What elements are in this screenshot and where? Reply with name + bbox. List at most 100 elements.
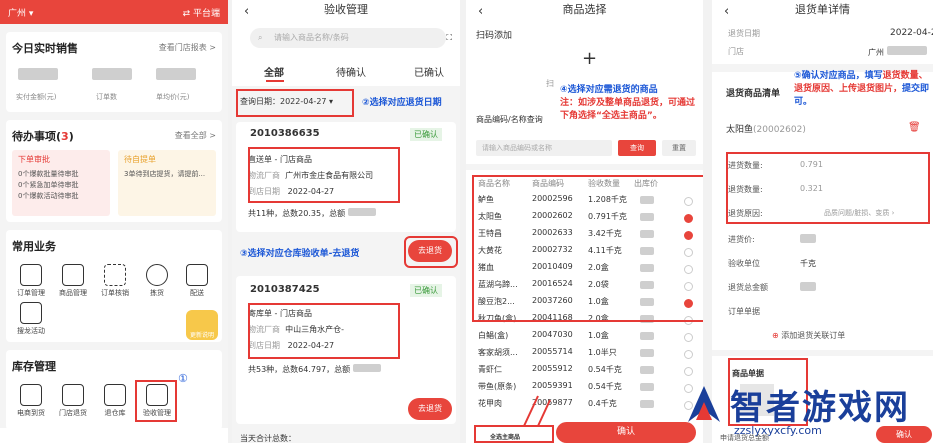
sales-title: 今日实时销售: [12, 42, 78, 55]
order-number: 2010386635: [250, 128, 320, 139]
back-icon[interactable]: ‹: [244, 2, 249, 22]
product-manage-icon[interactable]: [62, 264, 84, 286]
store-report-link[interactable]: 查看门店报表 >: [159, 42, 216, 53]
icon-label: 退仓库: [104, 409, 126, 417]
home-header: 广州 ▾ ⇄ 平台端: [0, 0, 228, 24]
order-approval-title: 下单审批: [18, 155, 50, 164]
table-cell: 1.0盒: [588, 331, 609, 340]
upgrade-badge[interactable]: 更新说明: [186, 310, 218, 340]
location-selector[interactable]: 广州 ▾: [8, 6, 33, 19]
tab-confirmed[interactable]: 已确认: [414, 64, 444, 79]
table-cell: 0.54千克: [588, 382, 622, 391]
order-approval-box[interactable]: 下单审批 0个爆款批量待审批 0个紧急加单待审批 0个爆款活动待审批: [12, 150, 110, 216]
reset-button[interactable]: 重置: [662, 140, 696, 156]
table-cell: 白鲳(盒): [478, 331, 509, 340]
return-button[interactable]: 去退货: [408, 398, 452, 420]
price-blur: [640, 383, 654, 391]
annotation: ⑤确认对应商品，填写退货数量、退货原因、上传退货图片，提交即可。: [794, 71, 930, 107]
scan-verify-icon[interactable]: [104, 264, 126, 286]
back-icon[interactable]: ‹: [724, 2, 729, 22]
confirm-button[interactable]: 确认: [556, 422, 696, 443]
bottom-nav[interactable]: [0, 428, 228, 443]
product-search-input[interactable]: 请输入商品编码或名称: [476, 140, 612, 156]
row-checkbox[interactable]: [684, 350, 693, 359]
table-cell: 花甲肉: [478, 399, 502, 408]
field-label: 门店: [728, 47, 744, 56]
table-cell: 青虾仁: [478, 365, 502, 374]
location-text: 广州: [8, 9, 27, 19]
field-label: 进货价:: [728, 235, 755, 244]
ecommerce-arrival-icon[interactable]: [20, 384, 42, 406]
icon-label: 拣货: [150, 289, 164, 297]
divider: [466, 164, 703, 170]
order-manage-icon[interactable]: [20, 264, 42, 286]
annotation: ③选择对应仓库验收单-去退货: [240, 249, 360, 259]
tab-all[interactable]: 全部: [264, 64, 284, 79]
pointer-arrows-icon: [523, 395, 551, 427]
delete-icon[interactable]: 🗑: [908, 122, 921, 133]
field-label: 验收单位: [728, 259, 760, 268]
table-cell: 20059391: [532, 381, 573, 390]
field-label: 退货日期: [728, 29, 760, 38]
table-row[interactable]: 青虾仁 20055912 0.54千克: [474, 364, 694, 378]
search-label: 商品编码/名称查询: [476, 115, 543, 124]
product-select-panel: ‹ 商品选择 扫码添加 + 扫 ④选择对应需退货的商品 注：如涉及整单商品退货，可…: [466, 0, 703, 443]
activity-icon[interactable]: [20, 302, 42, 324]
warehouse-return-icon[interactable]: [104, 384, 126, 406]
todo-line: 0个爆款活动待审批: [18, 192, 79, 200]
highlight-box: [135, 380, 177, 422]
table-row[interactable]: 花甲肉 20059877 0.4千克: [474, 398, 694, 412]
common-business-card: 常用业务 订单管理 商品管理 订单核销 拣货 配送 搜龙活动 更新说明: [6, 230, 222, 342]
price-blur: [640, 349, 654, 357]
stat-value-blur: [156, 68, 196, 80]
field-label: 退货总金额: [728, 283, 768, 292]
todo-card: 待办事项(3) 查看全部 > 下单审批 0个爆款批量待审批 0个紧急加单待审批 …: [6, 120, 222, 222]
back-icon[interactable]: ‹: [478, 2, 483, 22]
icon-label: 订单管理: [17, 289, 45, 297]
todo-title: 待办事项(3): [12, 130, 74, 143]
pickup-title: 待自提单: [124, 155, 156, 164]
return-date: 2022-04-27: [890, 28, 933, 38]
price-blur: [640, 332, 654, 340]
table-cell: 1.0半只: [588, 348, 617, 357]
home-panel: 广州 ▾ ⇄ 平台端 今日实时销售 查看门店报表 > 实付金额(元) 订单数 单…: [0, 0, 228, 443]
table-cell: 20047030: [532, 330, 573, 339]
scan-icon[interactable]: ⛶: [446, 28, 452, 48]
table-row[interactable]: 白鲳(盒) 20047030 1.0盒: [474, 330, 694, 344]
table-cell: 0.4千克: [588, 399, 617, 408]
highlight-box: [472, 175, 703, 322]
stock-card: 库存管理 ① 电商到货 门店退货 退仓库 验收管理: [6, 350, 222, 430]
tab-pending[interactable]: 待确认: [336, 64, 366, 79]
stat-value-blur: [92, 68, 132, 80]
todo-line: 0个紧急加单待审批: [18, 181, 79, 189]
query-button[interactable]: 查询: [618, 140, 656, 156]
return-detail-panel: ‹ 退货单详情 退货日期 2022-04-27 门店 广州 退货商品清单 ⑤确认对应…: [712, 0, 933, 443]
order-summary: 共11种，总数20.35，总额: [248, 206, 376, 221]
search-input[interactable]: ⌕ 请输入商品名称/条码 ⛶: [250, 28, 452, 48]
add-scan-icon[interactable]: +: [582, 48, 597, 69]
stat-label: 单均价(元): [156, 93, 190, 101]
order-summary: 共53种，总数64.797，总额: [248, 362, 381, 377]
row-checkbox[interactable]: [684, 367, 693, 376]
stat-label: 实付金额(元): [16, 93, 57, 101]
tab-indicator: [266, 80, 284, 82]
amount-value: [800, 282, 816, 293]
add-order-link[interactable]: ⊕ 添加退货关联订单: [772, 330, 845, 341]
price-blur: [640, 400, 654, 408]
picking-icon[interactable]: [146, 264, 168, 286]
page-title: 退货单详情: [795, 3, 850, 16]
pickup-box[interactable]: 待自提单 3单待到店提货，请提前...: [118, 150, 216, 216]
annotation: ②选择对应退货日期: [362, 98, 442, 108]
bottom-total: 当天合计总数：: [240, 434, 296, 443]
page-title: 验收管理: [324, 3, 368, 16]
scan-hint: 扫: [546, 79, 554, 88]
table-row[interactable]: 带鱼(原条) 20059391 0.54千克: [474, 381, 694, 395]
highlight-box: [726, 152, 930, 224]
table-row[interactable]: 客家胡须... 20055714 1.0半只: [474, 347, 694, 361]
store-return-icon[interactable]: [62, 384, 84, 406]
common-title: 常用业务: [12, 240, 56, 253]
platform-switch[interactable]: ⇄ 平台端: [183, 6, 220, 19]
row-checkbox[interactable]: [684, 333, 693, 342]
view-all-link[interactable]: 查看全部 >: [175, 130, 216, 141]
delivery-icon[interactable]: [186, 264, 208, 286]
